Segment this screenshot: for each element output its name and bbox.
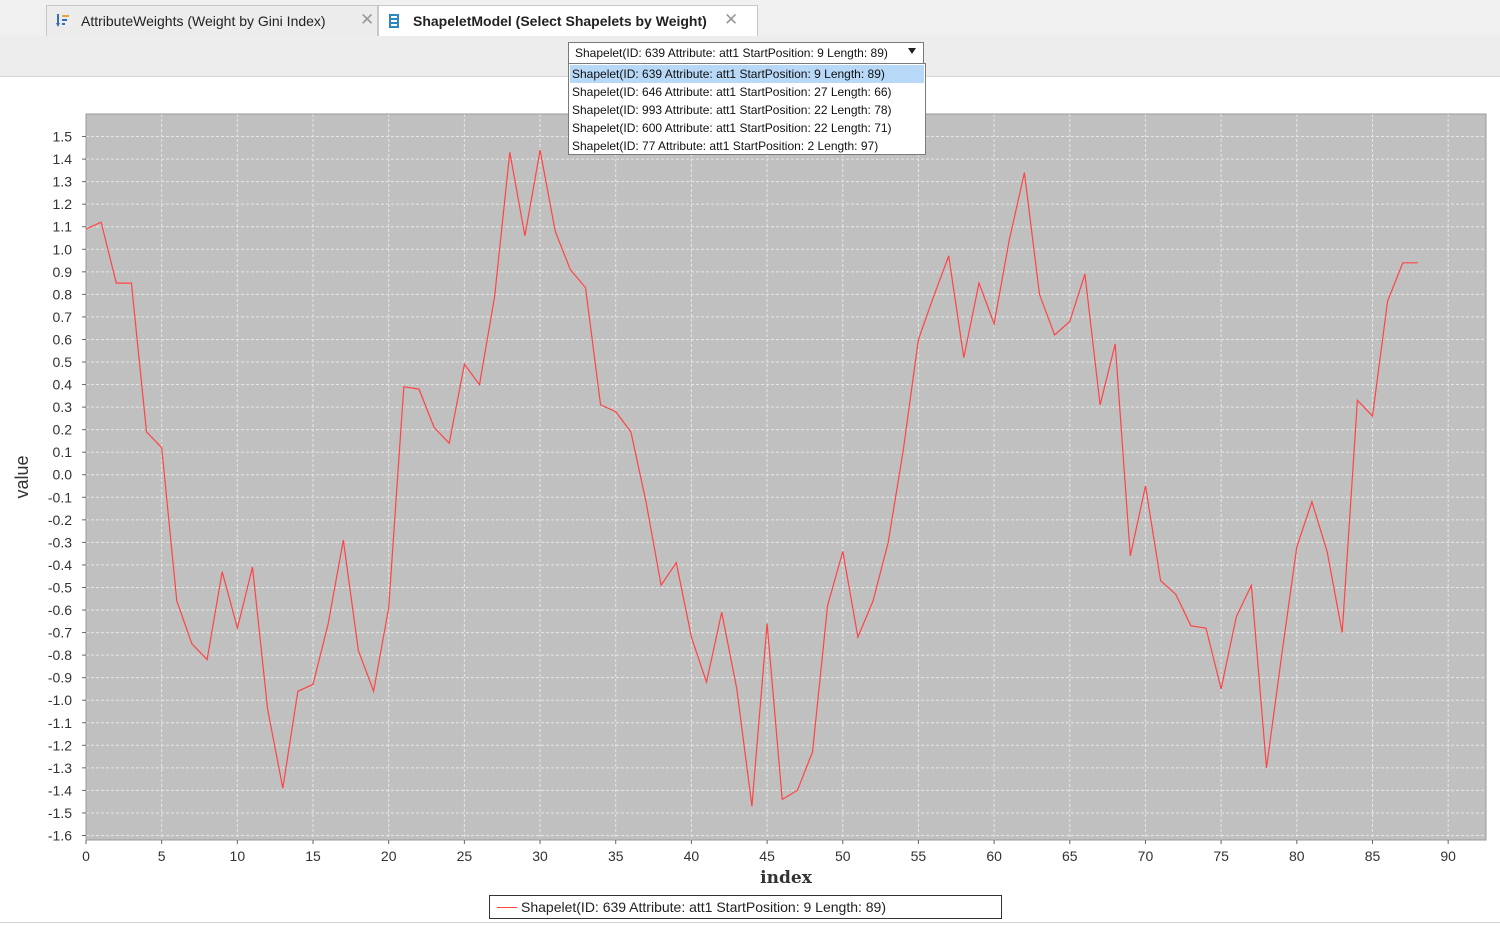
- y-tick-label: -0.1: [48, 489, 72, 505]
- y-tick-label: 0.2: [53, 422, 73, 438]
- x-tick-label: 25: [457, 848, 473, 864]
- y-tick-label: 0.3: [53, 399, 73, 415]
- y-tick-label: -0.4: [48, 557, 72, 573]
- x-tick-label: 15: [305, 848, 321, 864]
- x-tick-label: 85: [1365, 848, 1381, 864]
- dropdown-option[interactable]: Shapelet(ID: 77 Attribute: att1 StartPos…: [570, 137, 924, 155]
- y-tick-label: -0.6: [48, 602, 72, 618]
- x-tick-label: 45: [759, 848, 775, 864]
- legend: Shapelet(ID: 639 Attribute: att1 StartPo…: [489, 895, 1002, 919]
- x-tick-label: 40: [684, 848, 700, 864]
- x-tick-label: 70: [1138, 848, 1154, 864]
- x-tick-label: 50: [835, 848, 851, 864]
- y-tick-label: -1.6: [48, 827, 72, 843]
- x-tick-label: 35: [608, 848, 624, 864]
- y-tick-label: 0.4: [53, 377, 73, 393]
- y-tick-label: 1.1: [53, 219, 73, 235]
- y-tick-label: 1.4: [53, 151, 73, 167]
- y-tick-label: -1.1: [48, 715, 72, 731]
- y-tick-label: 1.3: [53, 174, 73, 190]
- y-tick-label: 0.9: [53, 264, 73, 280]
- x-axis: 0 5 10 15 20 25 30 35 40 45 50 55 60 65 70 75 80 85 90: [82, 840, 1456, 864]
- y-axis: 1.5 1.4 1.3 1.2 1.1 1.0 0.9 0.8 0.7 0.6 0.5 0.4 0.3 0…: [48, 129, 86, 843]
- dropdown-option[interactable]: Shapelet(ID: 639 Attribute: att1 StartPo…: [570, 65, 924, 83]
- y-tick-label: -1.0: [48, 692, 72, 708]
- x-tick-label: 10: [230, 848, 246, 864]
- y-tick-label: -0.5: [48, 579, 72, 595]
- y-tick-label: -0.2: [48, 512, 72, 528]
- x-tick-label: 55: [911, 848, 927, 864]
- y-tick-label: 1.0: [53, 241, 73, 257]
- y-tick-label: -0.7: [48, 625, 72, 641]
- y-tick-label: 0.7: [53, 309, 73, 325]
- dropdown-option[interactable]: Shapelet(ID: 600 Attribute: att1 StartPo…: [570, 119, 924, 137]
- shapelet-dropdown-list: Shapelet(ID: 639 Attribute: att1 StartPo…: [568, 63, 926, 155]
- y-tick-label: -1.3: [48, 760, 72, 776]
- y-tick-label: -0.3: [48, 534, 72, 550]
- y-tick-label: 0.6: [53, 331, 73, 347]
- divider: [0, 922, 1500, 923]
- plot-area: [86, 114, 1486, 840]
- x-tick-label: 20: [381, 848, 397, 864]
- x-axis-label: index: [760, 868, 813, 888]
- y-tick-label: 0.8: [53, 286, 73, 302]
- y-tick-label: 1.5: [53, 129, 73, 145]
- x-tick-label: 65: [1062, 848, 1078, 864]
- dropdown-option[interactable]: Shapelet(ID: 993 Attribute: att1 StartPo…: [570, 101, 924, 119]
- y-tick-label: -1.2: [48, 737, 72, 753]
- y-tick-label: 1.2: [53, 196, 73, 212]
- y-tick-label: 0.5: [53, 354, 73, 370]
- legend-line-swatch: [497, 907, 517, 908]
- x-tick-label: 90: [1440, 848, 1456, 864]
- y-tick-label: -1.5: [48, 805, 72, 821]
- x-tick-label: 75: [1213, 848, 1229, 864]
- y-tick-label: -0.9: [48, 670, 72, 686]
- y-tick-label: 0.1: [53, 444, 73, 460]
- dropdown-option[interactable]: Shapelet(ID: 646 Attribute: att1 StartPo…: [570, 83, 924, 101]
- y-tick-label: 0.0: [53, 467, 73, 483]
- x-tick-label: 30: [532, 848, 548, 864]
- y-tick-label: -1.4: [48, 782, 72, 798]
- x-tick-label: 60: [986, 848, 1002, 864]
- x-tick-label: 0: [82, 848, 90, 864]
- x-tick-label: 5: [158, 848, 166, 864]
- legend-label: Shapelet(ID: 639 Attribute: att1 StartPo…: [521, 899, 887, 915]
- y-axis-label: value: [12, 455, 32, 498]
- x-tick-label: 80: [1289, 848, 1305, 864]
- y-tick-label: -0.8: [48, 647, 72, 663]
